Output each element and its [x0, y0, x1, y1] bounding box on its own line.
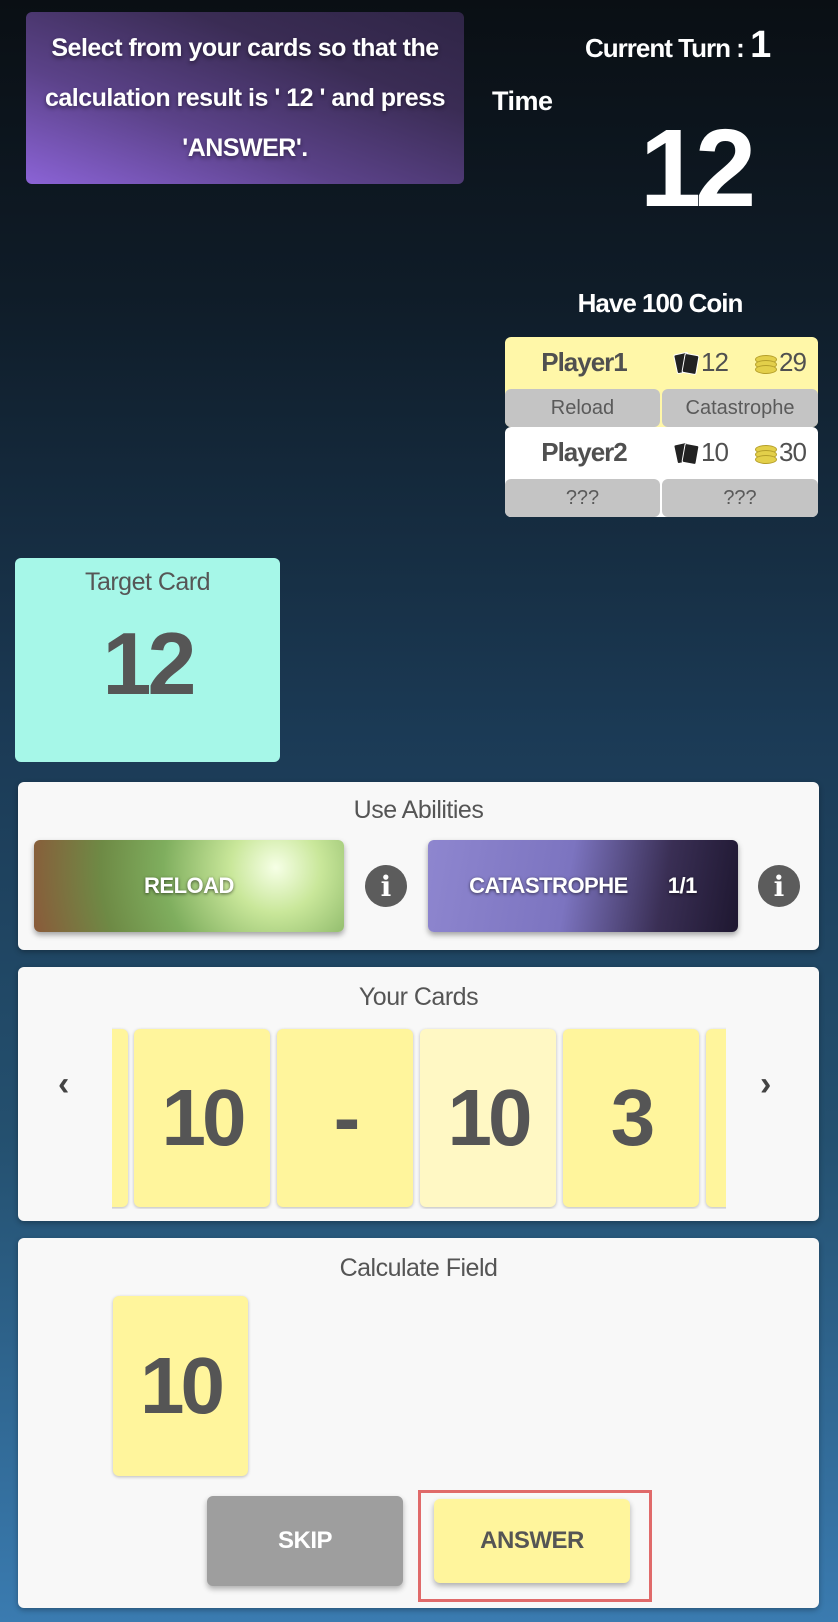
card-count-value: 10 — [701, 437, 729, 467]
calculate-field-panel: Calculate Field 10 SKIP ANSWER — [18, 1238, 819, 1608]
player-ability-left: ??? — [505, 479, 660, 517]
coin-icon — [755, 354, 777, 374]
player-ability-left: Reload — [505, 389, 660, 427]
coin-balance: Have 100 Coin — [577, 288, 744, 318]
time-label: Time — [492, 86, 553, 116]
reload-ability-button[interactable]: RELOAD — [34, 840, 344, 932]
hand-card[interactable]: - — [277, 1029, 413, 1207]
coin-count-value: 29 — [779, 347, 807, 377]
hand-card[interactable]: 3 — [563, 1029, 699, 1207]
cards-icon — [673, 351, 700, 375]
abilities-panel: Use Abilities RELOAD i CATASTROPHE 1/1 i — [18, 782, 819, 950]
calc-field-card[interactable]: 10 — [113, 1296, 248, 1476]
reload-ability-label: RELOAD — [144, 873, 234, 898]
your-cards-title: Your Cards — [358, 983, 479, 1011]
catastrophe-ability-button[interactable]: CATASTROPHE 1/1 — [428, 840, 738, 932]
hand-card-selected[interactable]: 10 — [420, 1029, 556, 1207]
cards-icon — [673, 441, 700, 465]
player-card-count: 10 — [673, 437, 729, 468]
player-coin-count: 30 — [755, 437, 807, 468]
player-card-1: Player1 12 29 Reload Catastrophe — [505, 337, 818, 427]
instruction-text: Select from your cards so that the calcu… — [45, 34, 446, 162]
target-card: Target Card 12 — [15, 558, 280, 762]
card-partial-left[interactable] — [112, 1029, 128, 1207]
skip-button[interactable]: SKIP — [207, 1496, 403, 1586]
player-ability-right: Catastrophe — [662, 389, 818, 427]
player-name: Player2 — [541, 437, 628, 467]
catastrophe-ability-count: 1/1 — [667, 873, 698, 898]
target-card-label: Target Card — [84, 568, 211, 596]
calculate-field-title: Calculate Field — [339, 1254, 498, 1282]
player-coin-count: 29 — [755, 347, 807, 378]
player-card-2: Player2 10 30 ??? ??? — [505, 427, 818, 517]
card-count-value: 12 — [701, 347, 729, 377]
catastrophe-ability-label: CATASTROPHE — [469, 873, 628, 898]
time-value: 12 — [639, 107, 756, 230]
catastrophe-info-icon[interactable]: i — [758, 865, 800, 907]
coin-count-value: 30 — [779, 437, 807, 467]
card-partial-right[interactable] — [706, 1029, 726, 1207]
instruction-banner: Select from your cards so that the calcu… — [26, 12, 464, 184]
turn-value: 1 — [750, 24, 771, 66]
target-card-value: 12 — [102, 614, 197, 713]
chevron-right-icon[interactable]: › — [760, 1065, 771, 1104]
current-turn: Current Turn : 1 — [585, 24, 825, 66]
player-card-count: 12 — [673, 347, 729, 378]
player-name: Player1 — [541, 347, 628, 377]
abilities-title: Use Abilities — [353, 796, 484, 824]
turn-label: Current Turn : — [585, 33, 745, 63]
answer-button[interactable]: ANSWER — [434, 1499, 630, 1583]
chevron-left-icon[interactable]: ‹ — [58, 1065, 69, 1104]
cards-carousel: 10 - 10 3 — [112, 1027, 726, 1209]
your-cards-panel: Your Cards ‹ › 10 - 10 3 — [18, 967, 819, 1221]
player-ability-right: ??? — [662, 479, 818, 517]
reload-info-icon[interactable]: i — [365, 865, 407, 907]
hand-card[interactable]: 10 — [134, 1029, 270, 1207]
coin-icon — [755, 444, 777, 464]
